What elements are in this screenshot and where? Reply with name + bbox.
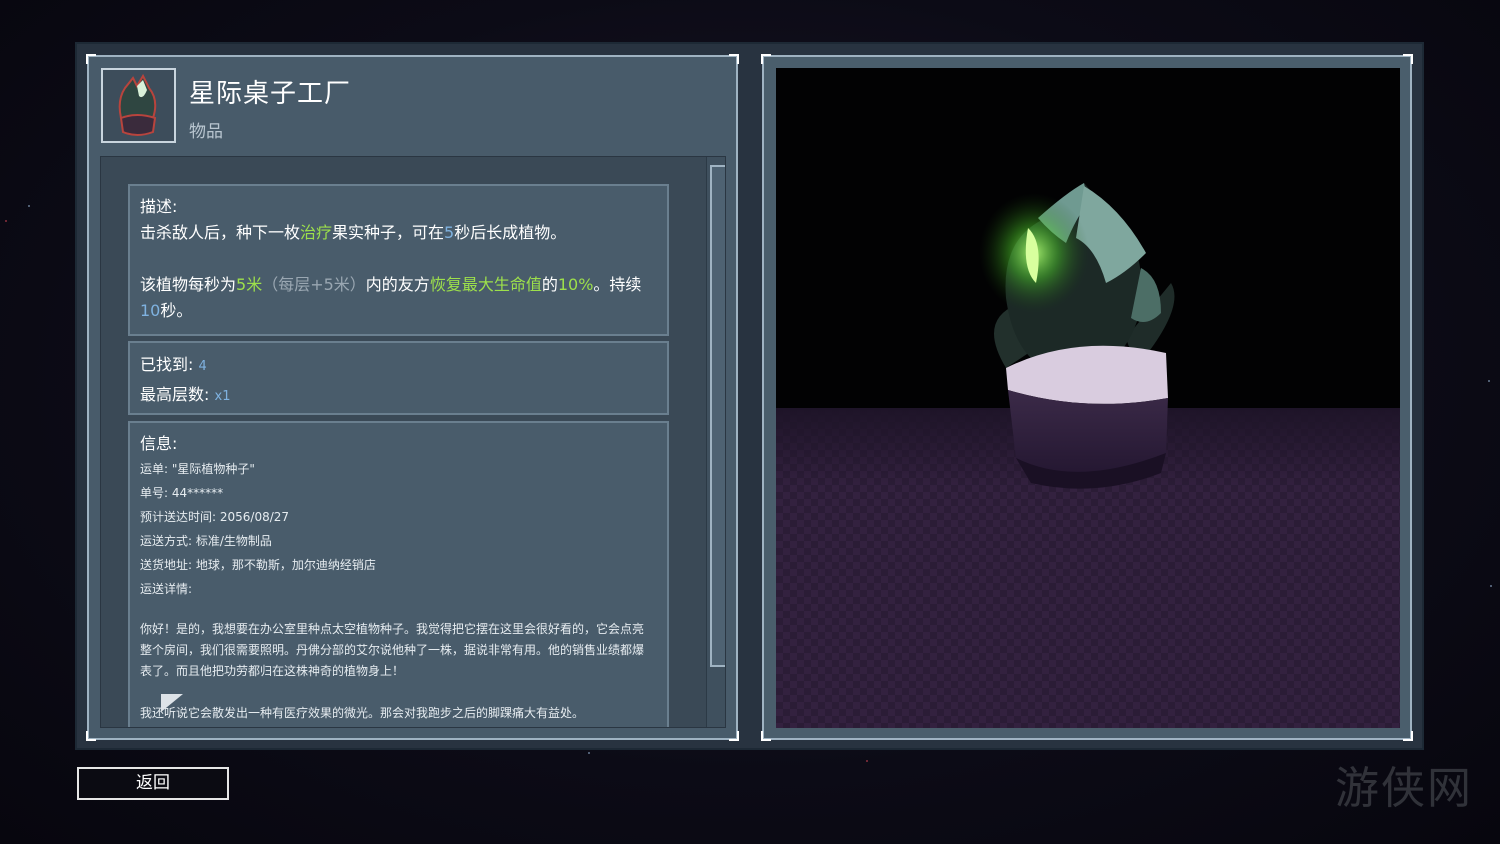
info-shipping: 运送方式: 标准/生物制品 — [140, 534, 272, 548]
watermark-logo: 游侠网 — [1335, 763, 1473, 814]
plant-model — [979, 183, 1175, 489]
info-address: 送货地址: 地球，那不勒斯，加尔迪纳经销店 — [140, 558, 376, 572]
info-heading: 信息: — [140, 434, 178, 453]
corner-decoration — [86, 731, 96, 741]
3d-model-viewport[interactable] — [776, 68, 1400, 728]
star — [28, 205, 30, 207]
info-box: 信息: 运单: "星际植物种子" 单号: 44****** 预计送达时间: 20… — [128, 421, 669, 727]
info-waybill: 运单: "星际植物种子" — [140, 462, 255, 476]
corner-decoration — [761, 731, 771, 741]
stats-box: 已找到: 4 最高层数: x1 — [128, 341, 669, 415]
star — [5, 220, 7, 222]
corner-decoration — [729, 731, 739, 741]
info-paragraph-2: 我还听说它会散发出一种有医疗效果的微光。那会对我跑步之后的脚踝痛大有益处。 — [140, 706, 585, 720]
item-title: 星际桌子工厂 — [189, 79, 352, 109]
star — [866, 760, 868, 762]
corner-decoration — [1403, 731, 1413, 741]
description-line-2: 该植物每秒为5米（每层+5米）内的友方恢复最大生命值的10%。持续 — [140, 275, 642, 294]
description-line-1: 击杀敌人后，种下一枚治疗果实种子，可在5秒后长成植物。 — [140, 223, 567, 242]
description-line-3: 10秒。 — [140, 301, 193, 320]
info-order-number: 单号: 44****** — [140, 486, 224, 500]
star — [1488, 380, 1490, 382]
corner-decoration — [1403, 54, 1413, 64]
item-detail-panel: 星际桌子工厂 物品 描述: 击杀敌人后，种下一枚治疗果实种子，可在5秒后长成植物… — [86, 54, 739, 741]
info-eta: 预计送达时间: 2056/08/27 — [140, 510, 290, 524]
info-details: 运送详情: — [140, 582, 193, 596]
star — [1490, 585, 1492, 587]
item-info-scroll-area[interactable]: 描述: 击杀敌人后，种下一枚治疗果实种子，可在5秒后长成植物。 该植物每秒为5米… — [100, 156, 726, 728]
plant-seed-icon — [101, 68, 176, 143]
description-box: 描述: 击杀敌人后，种下一枚治疗果实种子，可在5秒后长成植物。 该植物每秒为5米… — [128, 184, 669, 336]
corner-decoration — [729, 54, 739, 64]
back-button[interactable]: 返回 — [77, 767, 229, 800]
scrollbar-track[interactable] — [706, 157, 725, 727]
corner-decoration — [86, 54, 96, 64]
star — [588, 752, 590, 754]
item-category: 物品 — [189, 122, 223, 142]
found-count: 已找到: 4 — [140, 355, 207, 374]
scrollbar-thumb[interactable] — [710, 165, 725, 667]
max-stack: 最高层数: x1 — [140, 385, 231, 404]
info-paragraph-1: 你好！是的，我想要在办公室里种点太空植物种子。我觉得把它摆在这里会很好看的，它会… — [140, 622, 645, 678]
mouse-cursor-icon — [161, 694, 183, 712]
model-preview-panel — [761, 54, 1413, 741]
description-heading: 描述: — [140, 197, 178, 216]
corner-decoration — [761, 54, 771, 64]
